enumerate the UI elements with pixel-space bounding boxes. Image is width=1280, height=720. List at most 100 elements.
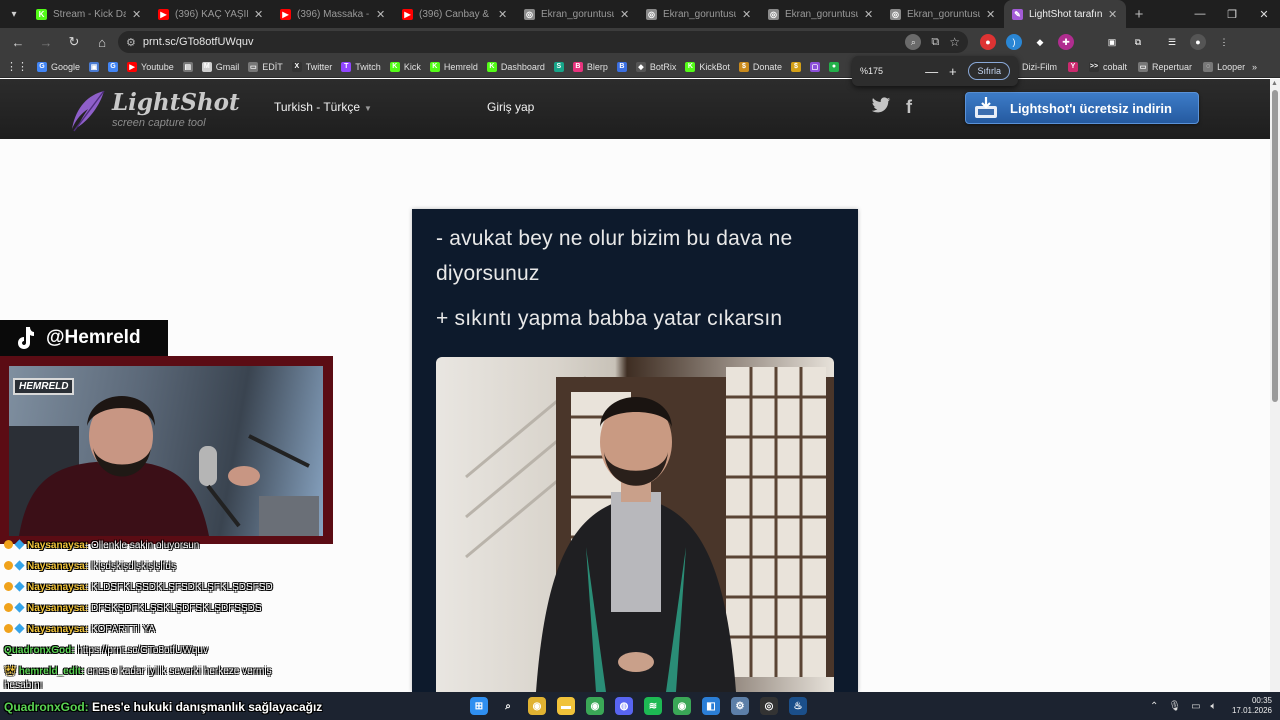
bookmark-item[interactable]: K Kick: [389, 61, 421, 72]
new-tab-icon[interactable]: +: [1126, 6, 1152, 23]
zoom-in-button[interactable]: +: [947, 64, 958, 79]
tab-search-icon[interactable]: ▾: [0, 0, 28, 28]
bookmark-item[interactable]: Y: [1068, 61, 1078, 72]
bookmark-item[interactable]: $ Donate: [738, 61, 782, 72]
network-icon[interactable]: ▭: [1191, 701, 1200, 712]
maximize-icon[interactable]: ❐: [1216, 0, 1248, 28]
chrome-alt-icon[interactable]: ◉: [586, 697, 604, 715]
lightshot-logo[interactable]: LightShot screen capture tool: [68, 87, 240, 132]
omnibox-actions: ⌕ ⧉ ☆: [905, 34, 960, 50]
bookmark-item[interactable]: K Dashboard: [486, 61, 545, 72]
profile-avatar-icon[interactable]: ●: [1190, 34, 1206, 50]
forward-icon[interactable]: →: [34, 30, 58, 54]
address-bar[interactable]: ⚙ prnt.sc/GTo8otfUWquv ⌕ ⧉ ☆: [118, 31, 968, 53]
bookmark-item[interactable]: K KickBot: [685, 61, 730, 72]
install-app-icon[interactable]: ⧉: [931, 36, 939, 49]
back-icon[interactable]: ←: [6, 30, 30, 54]
search-icon[interactable]: ⌕: [499, 697, 517, 715]
browser-tab[interactable]: ◎ Ekran_goruntusu_20 ✕: [516, 0, 638, 28]
taskbar-clock[interactable]: 00:35 17.01.2026: [1226, 696, 1272, 716]
microphone-icon[interactable]: 🎙︎: [1168, 701, 1181, 712]
bookmark-star-icon[interactable]: ☆: [949, 35, 960, 49]
cast-icon[interactable]: ▣: [1104, 34, 1120, 50]
bookmark-item[interactable]: ▤: [182, 61, 193, 72]
bookmark-item[interactable]: ▶ Youtube: [127, 61, 174, 72]
reading-list-icon[interactable]: ☰: [1164, 34, 1180, 50]
language-selector[interactable]: Turkish - Türkçe ▼: [274, 100, 372, 114]
extension-diamond-icon[interactable]: ◆: [1032, 34, 1048, 50]
bookmark-item[interactable]: ▣: [89, 61, 100, 72]
browser-tab[interactable]: ✎ LightShot tarafından ✕: [1004, 0, 1126, 28]
close-window-icon[interactable]: ✕: [1248, 0, 1280, 28]
tab-close-icon[interactable]: ✕: [742, 8, 752, 21]
bookmarks-overflow-icon[interactable]: »: [1252, 62, 1257, 72]
bookmark-item[interactable]: ●: [828, 61, 839, 72]
home-icon[interactable]: ⌂: [90, 30, 114, 54]
browser-tab[interactable]: K Stream - Kick Dashb ✕: [28, 0, 150, 28]
extension-red-icon[interactable]: ●: [980, 34, 996, 50]
login-link[interactable]: Giriş yap: [487, 100, 534, 114]
zoom-reset-button[interactable]: Sıfırla: [968, 62, 1010, 80]
bookmark-item[interactable]: T Twitch: [341, 61, 381, 72]
tab-close-icon[interactable]: ✕: [864, 8, 874, 21]
zoom-icon[interactable]: ⌕: [905, 34, 922, 50]
browser-tab[interactable]: ◎ Ekran_goruntusu_20 ✕: [882, 0, 1004, 28]
bookmark-item[interactable]: ◆ BotRix: [635, 61, 676, 72]
extensions-puzzle-icon[interactable]: ⧉: [1130, 34, 1146, 50]
browser-tab[interactable]: ▶ (396) Massaka - XMi ✕: [272, 0, 394, 28]
facebook-icon[interactable]: f: [906, 97, 912, 118]
settings-icon[interactable]: ⚙: [731, 697, 749, 715]
bookmark-item[interactable]: B Blerp: [572, 61, 608, 72]
chrome-menu-icon[interactable]: ⋮: [1216, 34, 1232, 50]
bookmark-item[interactable]: S: [553, 61, 564, 72]
bookmark-item[interactable]: ◌ Looper: [1203, 61, 1245, 72]
bookmark-item[interactable]: ▢: [809, 61, 820, 72]
bookmark-item[interactable]: X Twitter: [291, 61, 332, 72]
tab-close-icon[interactable]: ✕: [986, 8, 996, 21]
zoom-out-button[interactable]: —: [925, 64, 938, 79]
tray-overflow-icon[interactable]: ⌃: [1150, 701, 1158, 712]
file-explorer-icon[interactable]: ▬: [557, 697, 575, 715]
apps-grid-icon[interactable]: ⋮⋮: [6, 60, 28, 73]
bookmark-item[interactable]: ▭ EDİT: [248, 61, 283, 72]
tab-close-icon[interactable]: ✕: [1108, 8, 1118, 21]
extension-pink-icon[interactable]: ✚: [1058, 34, 1074, 50]
tab-close-icon[interactable]: ✕: [254, 8, 264, 21]
bookmark-item[interactable]: M Gmail: [201, 61, 239, 72]
reload-icon[interactable]: ↻: [62, 30, 86, 54]
bookmark-item[interactable]: B: [616, 61, 627, 72]
chat-text: enes o kadar iyilik severki herkeze verm…: [87, 666, 272, 677]
download-lightshot-button[interactable]: Lightshot'ı ücretsiz indirin: [965, 92, 1199, 124]
bookmark-item[interactable]: G: [108, 61, 119, 72]
minimize-icon[interactable]: —: [1184, 0, 1216, 28]
discord-icon[interactable]: ◍: [615, 697, 633, 715]
chevron-down-icon: ▼: [364, 104, 372, 113]
vscode-icon[interactable]: ◧: [702, 697, 720, 715]
tab-close-icon[interactable]: ✕: [376, 8, 386, 21]
chrome-profile-icon[interactable]: ◉: [673, 697, 691, 715]
browser-tab[interactable]: ◎ Ekran_goruntusu_20 ✕: [760, 0, 882, 28]
chrome-icon[interactable]: ◉: [528, 697, 546, 715]
extension-blue-icon[interactable]: ): [1006, 34, 1022, 50]
bookmark-item[interactable]: $: [790, 61, 801, 72]
site-info-icon[interactable]: ⚙: [126, 36, 136, 49]
browser-tab[interactable]: ▶ (396) Canbay & Wol ✕: [394, 0, 516, 28]
tab-close-icon[interactable]: ✕: [498, 8, 508, 21]
bookmark-item[interactable]: ▭ Repertuar: [1138, 61, 1192, 72]
volume-icon[interactable]: 🔈︎: [1211, 701, 1217, 712]
browser-tab[interactable]: ◎ Ekran_goruntusu_20 ✕: [638, 0, 760, 28]
bookmark-item[interactable]: >> cobalt: [1089, 61, 1127, 72]
scroll-up-icon[interactable]: ▲: [1271, 80, 1278, 87]
tab-close-icon[interactable]: ✕: [620, 8, 630, 21]
browser-tab[interactable]: ▶ (396) KAÇ YAŞINDAS ✕: [150, 0, 272, 28]
bookmark-item[interactable]: G Google: [37, 61, 80, 72]
obs-icon[interactable]: ◎: [760, 697, 778, 715]
spotify-icon[interactable]: ≋: [644, 697, 662, 715]
chat-username: Naysanaysa:: [27, 624, 89, 635]
steam-icon[interactable]: ♨: [789, 697, 807, 715]
twitter-icon[interactable]: [871, 97, 891, 119]
windows-start-icon[interactable]: ⊞: [470, 697, 488, 715]
scrollbar-thumb[interactable]: [1272, 90, 1278, 402]
bookmark-item[interactable]: K Hemreld: [429, 61, 478, 72]
tab-close-icon[interactable]: ✕: [132, 8, 142, 21]
